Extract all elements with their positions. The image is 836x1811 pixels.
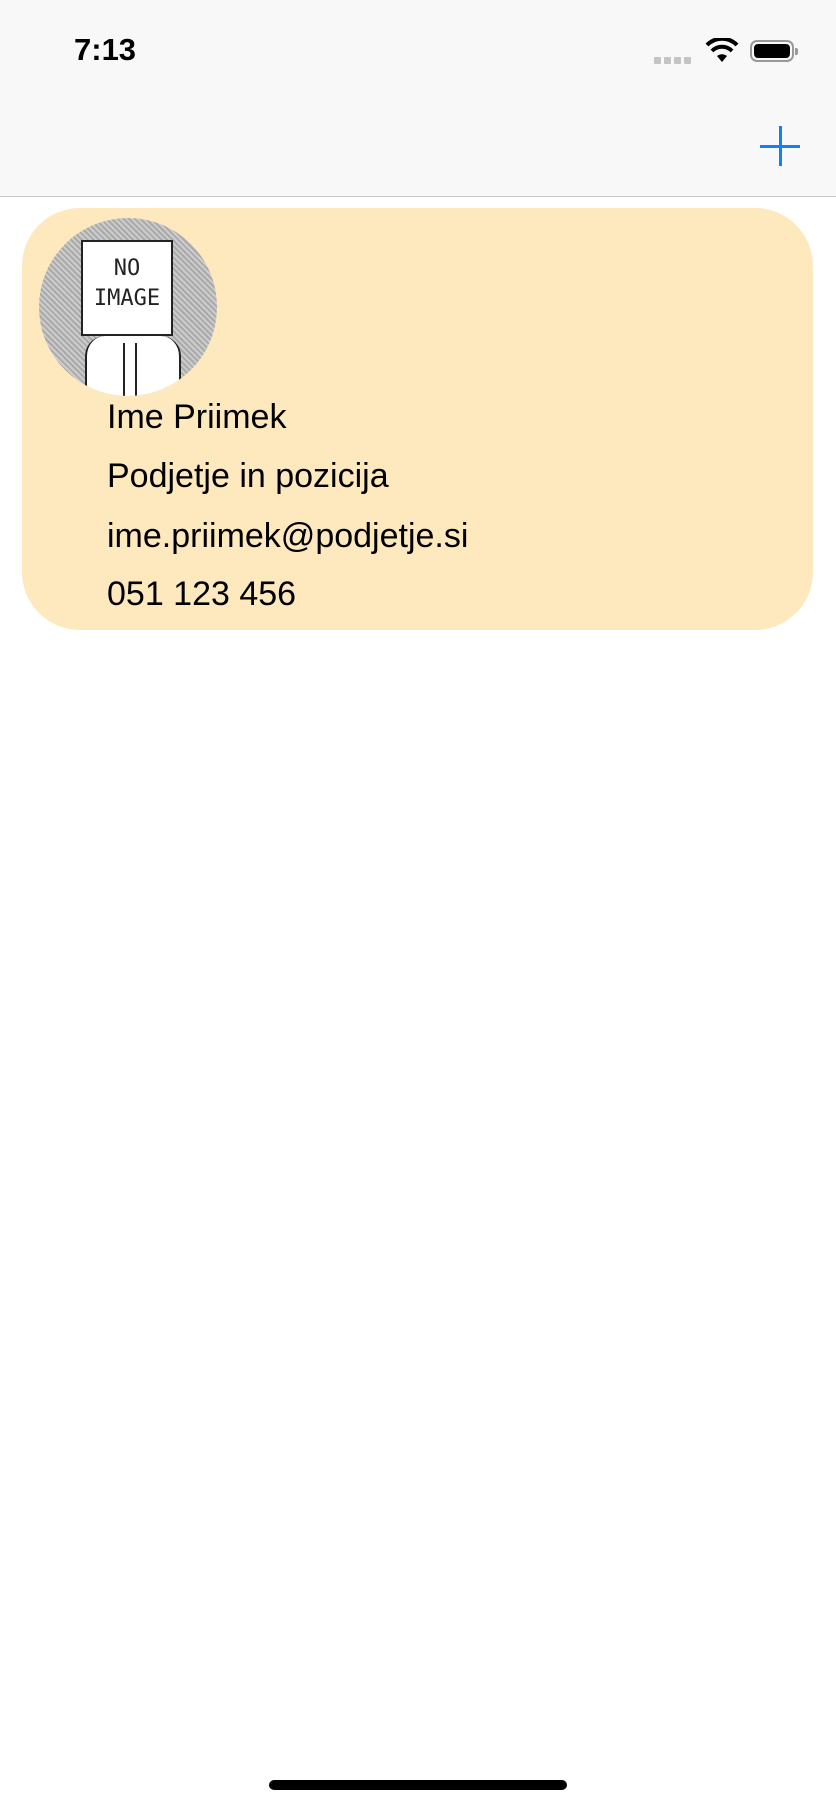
- contact-name: Ime Priimek: [107, 398, 287, 436]
- contact-card[interactable]: NO IMAGE Ime Priimek Podjetje in pozicij…: [22, 208, 813, 630]
- battery-icon: [750, 40, 798, 62]
- contact-company-position: Podjetje in pozicija: [107, 457, 389, 495]
- avatar-tie: [123, 343, 137, 396]
- no-image-sign: NO IMAGE: [81, 240, 173, 336]
- avatar-text-image: IMAGE: [93, 286, 161, 311]
- add-contact-button[interactable]: [760, 126, 800, 166]
- status-time: 7:13: [74, 32, 137, 67]
- contact-email: ime.priimek@podjetje.si: [107, 517, 469, 555]
- avatar-text-no: NO: [113, 256, 141, 281]
- avatar: NO IMAGE: [39, 218, 217, 396]
- contact-phone: 051 123 456: [107, 575, 297, 613]
- wifi-icon: [705, 38, 739, 62]
- home-indicator[interactable]: [269, 1780, 567, 1790]
- navigation-bar: 7:13: [0, 0, 836, 197]
- signal-icon: [654, 57, 691, 64]
